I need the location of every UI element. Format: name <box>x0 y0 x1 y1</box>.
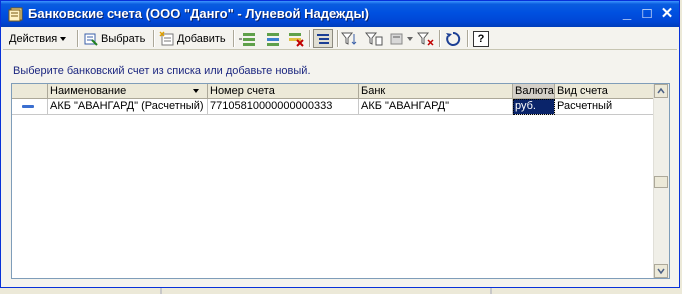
title-bar[interactable]: Банковские счета (ООО "Данго" - Луневой … <box>1 1 679 27</box>
delete-icon <box>287 31 305 47</box>
toolbar-separator <box>439 30 441 47</box>
actions-label: Действия <box>9 32 58 45</box>
account-row-icon <box>22 105 34 108</box>
instruction-text: Выберите банковский счет из списка или д… <box>13 65 311 77</box>
clear-filter-button[interactable] <box>417 29 435 48</box>
row-marker[interactable] <box>12 99 48 115</box>
copy-button[interactable] <box>263 29 281 48</box>
add-icon <box>159 30 175 47</box>
add-group-button[interactable] <box>239 29 257 48</box>
column-header-name[interactable]: Наименование <box>48 84 208 99</box>
toolbar-separator <box>337 30 339 47</box>
select-button[interactable]: Выбрать <box>83 29 145 48</box>
toolbar-separator <box>77 30 79 47</box>
table-cell-currency[interactable]: руб. <box>513 99 555 115</box>
toolbar: Действия Выбрать Добавить ? <box>3 28 677 50</box>
refresh-icon <box>445 31 461 47</box>
filter-value-icon <box>365 31 383 47</box>
column-header-label: Номер счета <box>210 85 275 97</box>
column-header-label: Вид счета <box>557 85 608 97</box>
background-divider <box>160 288 162 294</box>
refresh-button[interactable] <box>445 29 461 48</box>
chevron-down-icon <box>60 36 67 41</box>
toolbar-separator <box>467 30 469 47</box>
delete-button[interactable] <box>287 29 305 48</box>
add-label: Добавить <box>177 32 226 45</box>
row-marker-header <box>12 84 48 99</box>
add-button[interactable]: Добавить <box>159 29 226 48</box>
column-header-account[interactable]: Номер счета <box>208 84 359 99</box>
column-header-bank[interactable]: Банк <box>359 84 513 99</box>
table-cell-bank[interactable]: АКБ "АВАНГАРД" <box>359 99 513 115</box>
column-header-label: Наименование <box>50 85 127 97</box>
column-header-currency[interactable]: Валюта <box>513 84 555 99</box>
filter-value-button[interactable] <box>365 29 383 48</box>
toolbar-separator <box>233 30 235 47</box>
help-button[interactable]: ? <box>473 29 489 48</box>
table-cell-name[interactable]: АКБ "АВАНГАРД" (Расчетный) <box>48 99 208 115</box>
add-group-icon <box>239 31 257 47</box>
hierarchy-toggle-button[interactable] <box>313 29 333 48</box>
chevron-up-icon <box>657 87 665 94</box>
list-view-icon <box>315 31 331 47</box>
column-header-type[interactable]: Вид счета <box>555 84 656 99</box>
scroll-thumb[interactable] <box>654 176 668 188</box>
app-icon <box>8 6 24 22</box>
help-icon: ? <box>473 30 489 47</box>
scroll-down-button[interactable] <box>654 264 668 278</box>
copy-icon <box>263 31 281 47</box>
minimize-button[interactable]: _ <box>617 4 637 24</box>
close-button[interactable]: ✕ <box>657 4 677 24</box>
toolbar-separator <box>153 30 155 47</box>
column-header-label: Банк <box>361 85 386 97</box>
maximize-button[interactable]: □ <box>637 4 657 24</box>
filter-history-button[interactable] <box>389 29 413 48</box>
sort-arrow-icon <box>193 89 199 93</box>
scroll-up-button[interactable] <box>654 84 668 98</box>
chevron-down-icon <box>407 36 413 41</box>
select-label: Выбрать <box>101 32 146 45</box>
column-header-label: Валюта <box>515 85 554 97</box>
chevron-down-icon <box>657 268 665 275</box>
toolbar-separator <box>309 30 311 47</box>
background-divider <box>490 288 492 294</box>
table-cell-type[interactable]: Расчетный <box>555 99 656 115</box>
accounts-table[interactable]: Наименование Номер счета Банк Валюта Вид… <box>11 83 670 279</box>
vertical-scrollbar[interactable] <box>653 84 669 278</box>
filter-history-icon <box>389 31 405 47</box>
bank-accounts-window: Банковские счета (ООО "Данго" - Луневой … <box>0 0 680 288</box>
clear-filter-icon <box>417 31 435 47</box>
table-cell-account[interactable]: 77105810000000000333 <box>208 99 359 115</box>
actions-menu-button[interactable]: Действия <box>9 29 67 48</box>
filter-icon <box>341 31 359 47</box>
filter-button[interactable] <box>341 29 359 48</box>
window-title: Банковские счета (ООО "Данго" - Луневой … <box>28 6 369 21</box>
select-icon <box>83 31 99 47</box>
